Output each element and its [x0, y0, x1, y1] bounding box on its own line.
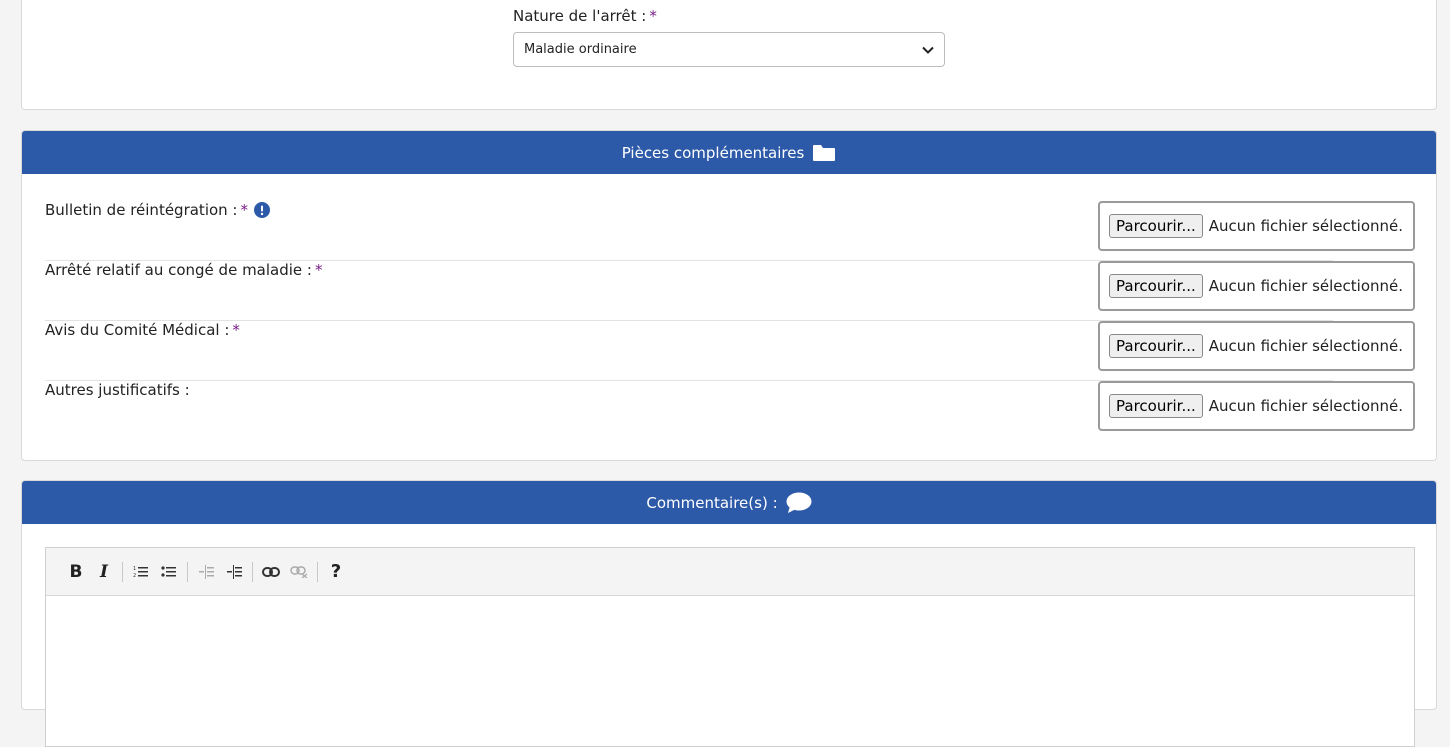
file-input-bulletin[interactable]: Parcourir... Aucun fichier sélectionné. — [1098, 201, 1415, 251]
help-button[interactable]: ? — [324, 560, 348, 584]
toolbar-separator — [317, 561, 318, 582]
comment-editor[interactable]: B I 12 ? — [45, 547, 1415, 747]
bullet-list-icon[interactable] — [157, 560, 181, 584]
file-status: Aucun fichier sélectionné. — [1208, 217, 1404, 235]
file-input-arrete[interactable]: Parcourir... Aucun fichier sélectionné. — [1098, 261, 1415, 311]
pieces-header: Pièces complémentaires — [22, 131, 1436, 174]
required-mark: * — [232, 321, 240, 339]
numbered-list-icon[interactable]: 12 — [129, 560, 153, 584]
pieces-row: Arrêté relatif au congé de maladie : * Pa… — [22, 261, 1436, 321]
italic-button[interactable]: I — [92, 560, 116, 584]
row-label: Bulletin de réintégration : * — [45, 201, 270, 219]
svg-text:2: 2 — [133, 573, 136, 579]
pieces-row: Bulletin de réintégration : * Parcourir..… — [22, 201, 1436, 261]
browse-button[interactable]: Parcourir... — [1109, 334, 1203, 358]
editor-content-area[interactable] — [46, 596, 1414, 746]
file-status: Aucun fichier sélectionné. — [1208, 337, 1404, 355]
link-icon[interactable] — [259, 560, 283, 584]
file-input-avis[interactable]: Parcourir... Aucun fichier sélectionné. — [1098, 321, 1415, 371]
browse-button[interactable]: Parcourir... — [1109, 214, 1203, 238]
pieces-row: Autres justificatifs : Parcourir... Aucu… — [22, 381, 1436, 441]
required-mark: * — [314, 261, 323, 279]
bold-button[interactable]: B — [64, 560, 88, 584]
row-label: Arrêté relatif au congé de maladie : * — [45, 261, 323, 279]
toolbar-separator — [252, 561, 253, 582]
browse-button[interactable]: Parcourir... — [1109, 274, 1203, 298]
required-mark: * — [649, 7, 657, 25]
file-status: Aucun fichier sélectionné. — [1208, 277, 1404, 295]
nature-card: Nature de l'arrêt : * Maladie ordinaire — [21, 0, 1437, 110]
pieces-title: Pièces complémentaires — [621, 143, 805, 162]
browse-button[interactable]: Parcourir... — [1109, 394, 1203, 418]
row-label: Autres justificatifs : — [45, 381, 190, 399]
row-label: Avis du Comité Médical : * — [45, 321, 240, 339]
editor-toolbar: B I 12 ? — [46, 548, 1414, 596]
comments-card: Commentaire(s) : B I 12 ? — [21, 480, 1437, 747]
unlink-icon[interactable] — [287, 560, 311, 584]
nature-label: Nature de l'arrêt : * — [513, 7, 657, 25]
outdent-icon[interactable] — [194, 560, 218, 584]
indent-icon[interactable] — [222, 560, 246, 584]
comments-header: Commentaire(s) : — [22, 481, 1436, 524]
required-mark: * — [240, 201, 249, 219]
toolbar-separator — [122, 561, 123, 582]
pieces-row: Avis du Comité Médical : * Parcourir... A… — [22, 321, 1436, 381]
toolbar-separator — [187, 561, 188, 582]
comments-title: Commentaire(s) : — [646, 493, 778, 512]
pieces-card: Pièces complémentaires Bulletin de réint… — [21, 130, 1437, 461]
nature-select-value: Maladie ordinaire — [524, 42, 637, 57]
nature-select[interactable]: Maladie ordinaire — [513, 32, 945, 67]
file-status: Aucun fichier sélectionné. — [1208, 397, 1404, 415]
file-input-autres[interactable]: Parcourir... Aucun fichier sélectionné. — [1098, 381, 1415, 431]
info-icon[interactable] — [254, 202, 270, 218]
folder-icon — [812, 144, 836, 162]
svg-text:1: 1 — [133, 566, 136, 572]
speech-bubble-icon — [786, 492, 812, 514]
chevron-down-icon — [922, 46, 934, 54]
